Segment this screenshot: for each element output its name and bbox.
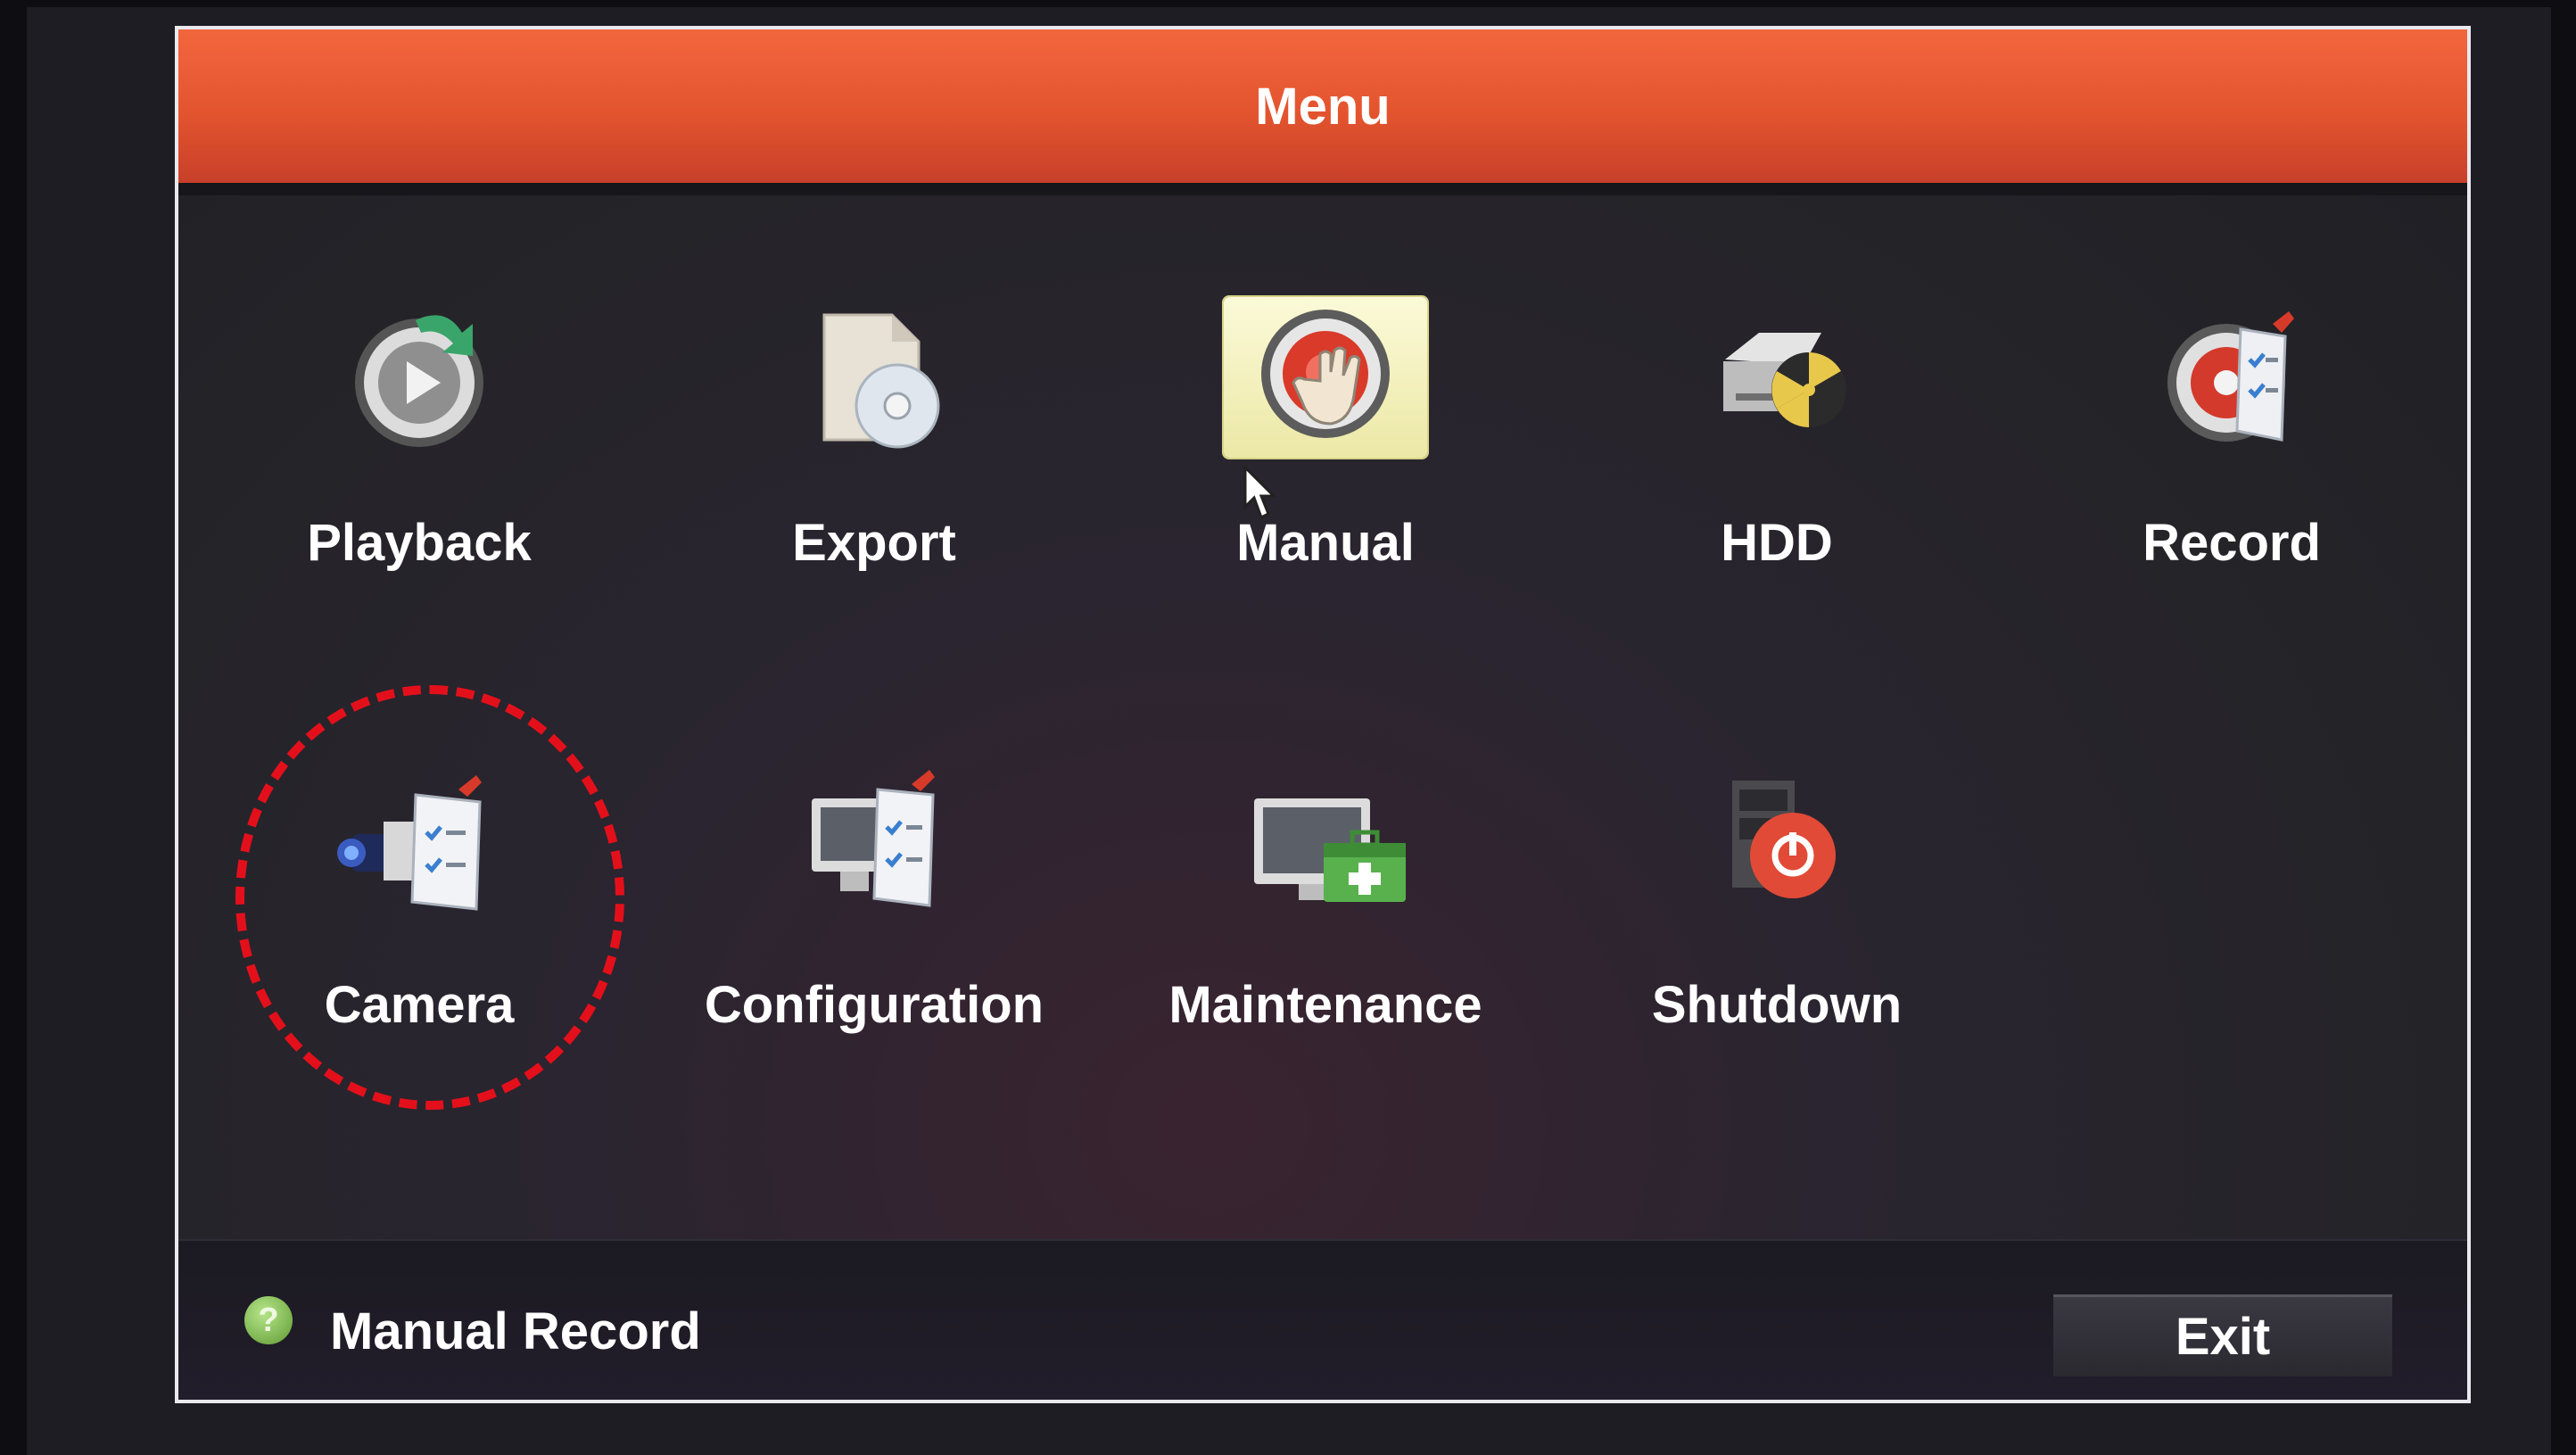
menu-item-shutdown[interactable]: Shutdown (1589, 759, 1964, 1034)
menu-item-label: Playback (307, 514, 532, 572)
title-bar: Menu (178, 29, 2467, 195)
hint-text: Manual Record (330, 1302, 701, 1360)
playback-icon (318, 297, 521, 458)
menu-item-camera[interactable]: Camera (232, 759, 607, 1034)
menu-item-label: Configuration (704, 976, 1044, 1034)
menu-item-manual[interactable]: Manual (1138, 297, 1513, 572)
menu-item-label: HDD (1721, 514, 1833, 572)
menu-item-label: Camera (324, 976, 515, 1034)
configuration-icon (772, 759, 976, 920)
exit-button[interactable]: Exit (2053, 1294, 2392, 1376)
menu-window: Menu Playback Export Manual HDD Record C… (175, 26, 2471, 1403)
menu-item-label: Shutdown (1651, 976, 1903, 1034)
mouse-cursor-icon (1243, 466, 1277, 520)
menu-item-maintenance[interactable]: Maintenance (1138, 759, 1513, 1034)
menu-item-record[interactable]: Record (2044, 297, 2419, 572)
record-icon (2130, 297, 2333, 458)
menu-item-configuration[interactable]: Configuration (687, 759, 1061, 1034)
menu-item-playback[interactable]: Playback (232, 297, 607, 572)
export-icon (772, 297, 976, 458)
manual-icon (1224, 297, 1427, 458)
menu-item-label: Export (792, 514, 956, 572)
menu-item-label: Maintenance (1168, 976, 1482, 1034)
help-icon[interactable]: ? (244, 1296, 293, 1344)
hdd-icon (1675, 297, 1878, 458)
shutdown-icon (1675, 759, 1878, 920)
camera-icon (318, 759, 521, 920)
menu-item-label: Record (2143, 514, 2321, 572)
window-title: Menu (1255, 77, 1391, 136)
footer-bar: ? Manual Record Exit (178, 1239, 2467, 1400)
maintenance-icon (1224, 759, 1427, 920)
menu-item-export[interactable]: Export (687, 297, 1061, 572)
menu-item-hdd[interactable]: HDD (1589, 297, 1964, 572)
